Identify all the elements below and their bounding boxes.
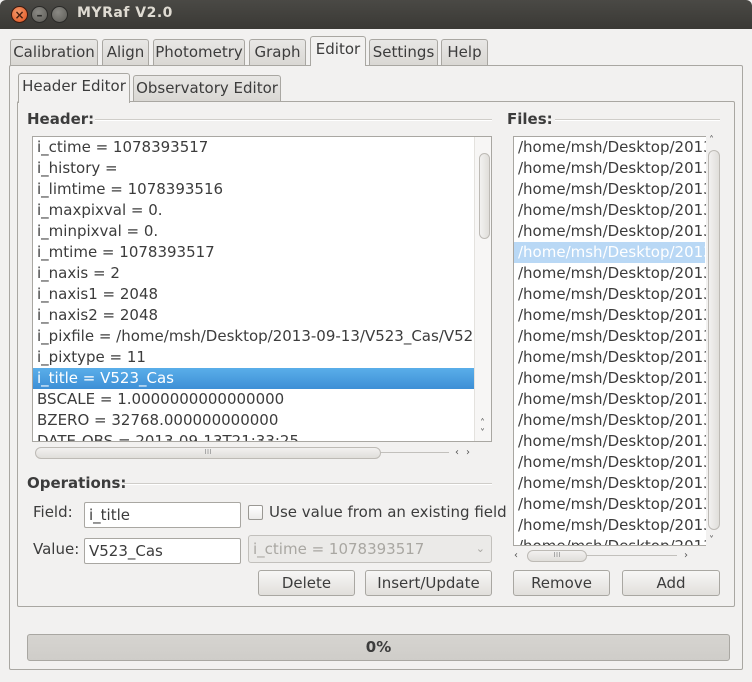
tab-graph[interactable]: Graph [249, 39, 306, 66]
operations-label: Operations: [27, 474, 127, 492]
file-list-item[interactable]: /home/msh/Desktop/2013- [514, 431, 706, 452]
files-hscroll-track[interactable] [587, 555, 677, 556]
files-label: Files: [507, 110, 553, 128]
file-list-item[interactable]: /home/msh/Desktop/2013- [514, 473, 706, 494]
tab-align[interactable]: Align [102, 39, 149, 66]
files-chevron-up-icon[interactable]: ˄ [709, 136, 714, 146]
files-list[interactable]: /home/msh/Desktop/2013-/home/msh/Desktop… [513, 136, 706, 546]
minimize-icon[interactable]: – [31, 6, 48, 23]
header-list-item[interactable]: i_naxis1 = 2048 [33, 284, 474, 305]
file-list-item[interactable]: /home/msh/Desktop/2013- [514, 263, 706, 284]
file-list-item[interactable]: /home/msh/Desktop/2013- [514, 284, 706, 305]
file-list-item[interactable]: /home/msh/Desktop/2013- [514, 137, 706, 158]
header-list-item[interactable]: BZERO = 32768.000000000000 [33, 410, 474, 431]
header-list-item[interactable]: i_history = [33, 158, 474, 179]
header-hscroll-track[interactable] [381, 452, 449, 453]
file-list-item[interactable]: /home/msh/Desktop/2013- [514, 494, 706, 515]
file-list-item[interactable]: /home/msh/Desktop/2013- [514, 389, 706, 410]
chevron-down-icon[interactable]: ˅ [480, 429, 485, 439]
file-list-item[interactable]: /home/msh/Desktop/2013- [514, 242, 706, 263]
header-list-item[interactable]: i_minpixval = 0. [33, 221, 474, 242]
header-list-item[interactable]: i_pixfile = /home/msh/Desktop/2013-09-13… [33, 326, 491, 347]
progress-text: 0% [365, 638, 392, 656]
header-list-item[interactable]: BSCALE = 1.0000000000000000 [33, 389, 474, 410]
file-list-item[interactable]: /home/msh/Desktop/2013- [514, 305, 706, 326]
header-vscroll-thumb[interactable] [479, 153, 490, 239]
header-hscroll-thumb[interactable]: ııı [35, 447, 381, 459]
files-vscroll-thumb[interactable] [708, 150, 720, 530]
value-label: Value: [33, 540, 80, 558]
close-icon[interactable]: × [11, 6, 28, 23]
files-chevron-right-icon[interactable]: › [684, 551, 688, 561]
file-list-item[interactable]: /home/msh/Desktop/2013- [514, 515, 706, 536]
field-input[interactable]: i_title [84, 502, 241, 528]
header-list-item[interactable]: i_mtime = 1078393517 [33, 242, 474, 263]
tab-header-editor[interactable]: Header Editor [18, 73, 130, 103]
field-label: Field: [33, 503, 73, 521]
progress-bar: 0% [27, 634, 730, 661]
header-label: Header: [27, 110, 95, 128]
delete-button[interactable]: Delete [258, 570, 355, 596]
file-list-item[interactable]: /home/msh/Desktop/2013- [514, 326, 706, 347]
add-button[interactable]: Add [622, 570, 720, 596]
file-list-item[interactable]: /home/msh/Desktop/2013- [514, 536, 706, 545]
remove-button[interactable]: Remove [513, 570, 610, 596]
header-list-item[interactable]: i_limtime = 1078393516 [33, 179, 474, 200]
header-vertical-scrollbar[interactable]: ˄ ˅ [474, 137, 491, 441]
tab-settings[interactable]: Settings [369, 39, 438, 66]
existing-field-select[interactable]: i_ctime = 1078393517 ⌄ [248, 535, 492, 563]
file-list-item[interactable]: /home/msh/Desktop/2013- [514, 410, 706, 431]
file-list-item[interactable]: /home/msh/Desktop/2013- [514, 452, 706, 473]
file-list-item[interactable]: /home/msh/Desktop/2013- [514, 200, 706, 221]
file-list-item[interactable]: /home/msh/Desktop/2013- [514, 179, 706, 200]
files-chevron-left-icon[interactable]: ‹ [514, 551, 518, 561]
tab-help[interactable]: Help [441, 39, 488, 66]
file-list-item[interactable]: /home/msh/Desktop/2013- [514, 158, 706, 179]
header-list[interactable]: i_ctime = 1078393517 i_history = i_limtime… [32, 136, 492, 442]
tab-photometry[interactable]: Photometry [153, 39, 245, 66]
header-list-item[interactable]: i_pixtype = 11 [33, 347, 474, 368]
header-list-item[interactable]: DATE-OBS = 2013-09-13T21:33:25 [33, 431, 474, 441]
chevron-right-icon[interactable]: › [466, 448, 470, 458]
header-list-item[interactable]: i_title = V523_Cas [33, 368, 474, 389]
use-existing-field-checkbox[interactable] [248, 505, 263, 520]
files-hscroll-thumb[interactable]: ııı [527, 550, 587, 562]
header-list-item[interactable]: i_naxis = 2 [33, 263, 474, 284]
header-list-item[interactable]: i_ctime = 1078393517 [33, 137, 474, 158]
header-list-item[interactable]: i_maxpixval = 0. [33, 200, 474, 221]
value-input[interactable]: V523_Cas [84, 538, 241, 564]
insert-update-button[interactable]: Insert/Update [365, 570, 492, 596]
chevron-left-icon[interactable]: ‹ [455, 448, 459, 458]
file-list-item[interactable]: /home/msh/Desktop/2013- [514, 221, 706, 242]
window-title: MYRaf V2.0 [77, 5, 173, 21]
title-bar: × – MYRaf V2.0 [0, 0, 752, 29]
existing-field-select-value: i_ctime = 1078393517 [253, 540, 425, 558]
tab-calibration[interactable]: Calibration [10, 39, 98, 66]
tab-observatory-editor[interactable]: Observatory Editor [133, 75, 281, 102]
header-separator [95, 119, 492, 121]
header-list-item[interactable]: i_naxis2 = 2048 [33, 305, 474, 326]
files-vertical-scrollbar[interactable]: ˄ ˅ [707, 136, 721, 548]
file-list-item[interactable]: /home/msh/Desktop/2013- [514, 347, 706, 368]
maximize-icon[interactable] [51, 6, 68, 23]
files-chevron-down-icon[interactable]: ˅ [709, 536, 714, 546]
tab-editor[interactable]: Editor [310, 36, 366, 66]
file-list-item[interactable]: /home/msh/Desktop/2013- [514, 368, 706, 389]
chevron-down-icon: ⌄ [475, 542, 485, 555]
use-existing-field-label: Use value from an existing field [269, 503, 507, 521]
operations-separator [124, 483, 492, 485]
files-separator [555, 119, 720, 121]
